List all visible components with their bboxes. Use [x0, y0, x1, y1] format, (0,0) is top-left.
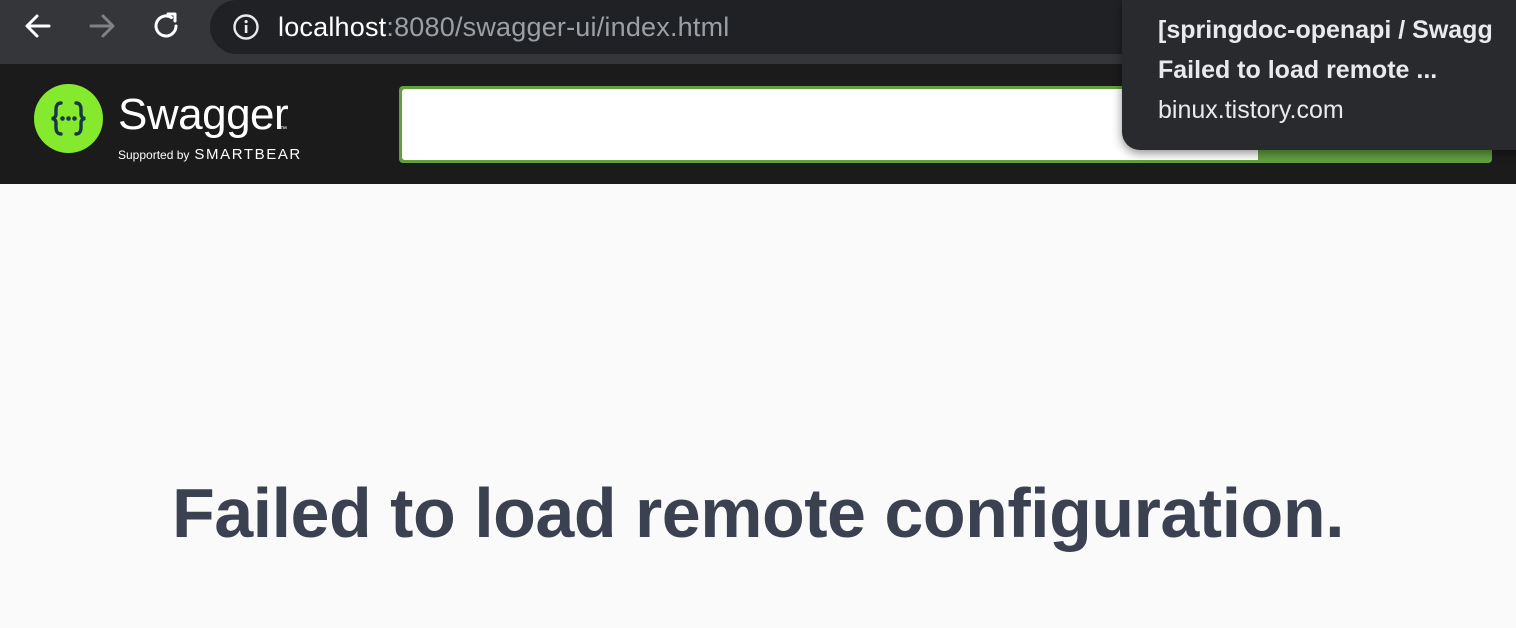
url-text[interactable]: localhost:8080/swagger-ui/index.html: [278, 12, 729, 42]
forward-button[interactable]: [82, 6, 122, 46]
info-icon[interactable]: [232, 13, 260, 41]
url-host: localhost: [278, 12, 387, 42]
tab-title-line2: Failed to load remote ...: [1158, 56, 1438, 84]
tab-title-line1: [springdoc-openapi / Swagg: [1158, 16, 1493, 44]
back-button[interactable]: [18, 6, 58, 46]
arrow-right-icon: [89, 14, 115, 38]
reload-button[interactable]: [146, 6, 186, 46]
swagger-logo-text: Swagger: [118, 90, 289, 139]
url-path: :8080/swagger-ui/index.html: [386, 12, 730, 42]
smartbear-brand: SMARTBEAR: [194, 146, 302, 163]
swagger-content: Failed to load remote configuration.: [0, 184, 1516, 628]
swagger-logo-icon: [34, 84, 103, 153]
tab-domain: binux.tistory.com: [1158, 96, 1344, 124]
reload-icon: [154, 12, 178, 38]
supported-by-line: Supported by SMARTBEAR: [118, 146, 302, 164]
tab-hover-card: [springdoc-openapi / Swagg Failed to loa…: [1122, 0, 1516, 150]
arrow-left-icon: [25, 14, 51, 38]
error-message: Failed to load remote configuration.: [171, 474, 1345, 552]
supported-by-label: Supported by: [118, 148, 190, 162]
trademark-mark: ™: [280, 126, 287, 133]
